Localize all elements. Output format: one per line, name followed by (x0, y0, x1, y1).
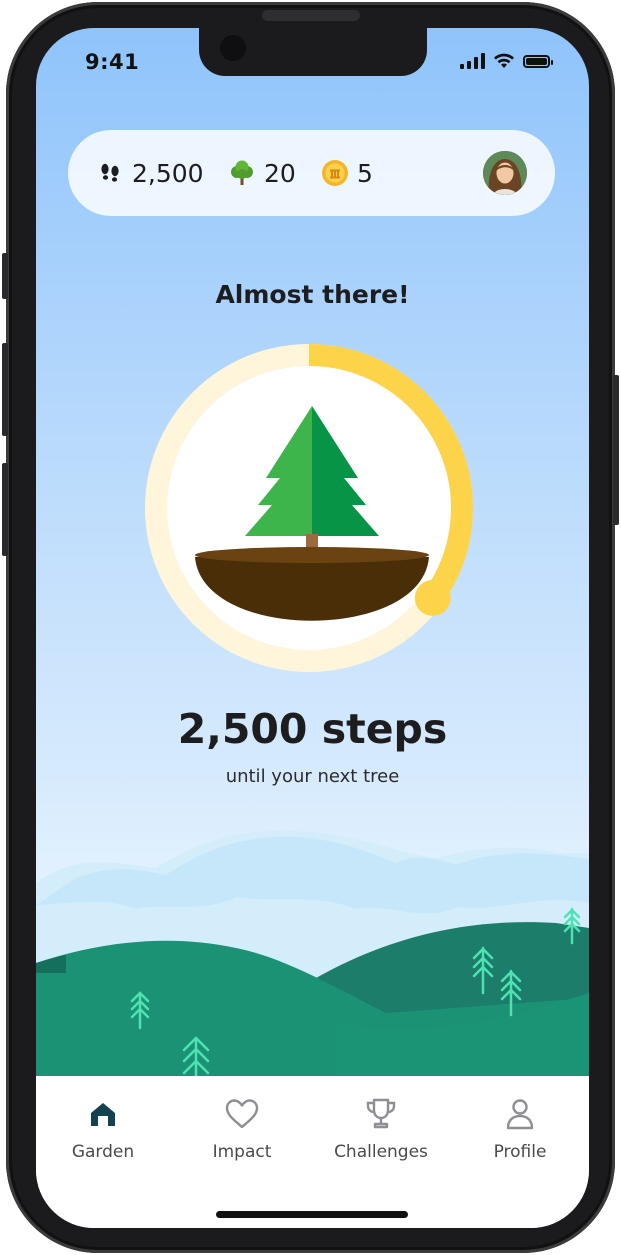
cellular-signal-icon (460, 53, 485, 69)
trophy-icon (321, 1094, 441, 1134)
steps-remaining: 2,500 steps (177, 705, 448, 753)
tree-icon (228, 159, 256, 187)
status-icons (460, 53, 553, 69)
tab-garden[interactable]: Garden (43, 1094, 163, 1162)
tab-label: Garden (71, 1142, 135, 1162)
progress-knob (414, 579, 451, 616)
coins-stat[interactable]: 5 (321, 130, 373, 216)
coins-count: 5 (357, 158, 373, 188)
steps-count: 2,500 (132, 158, 204, 188)
volume-up-button (2, 343, 8, 436)
steps-caption: until your next tree (225, 766, 400, 787)
home-indicator (216, 1211, 408, 1218)
earpiece-speaker (262, 10, 360, 21)
heart-icon (182, 1094, 302, 1134)
steps-stat[interactable]: 2,500 (96, 130, 204, 216)
wifi-icon (494, 53, 514, 68)
battery-icon (523, 54, 553, 68)
camera-icon (220, 35, 246, 61)
notch (199, 28, 427, 76)
tab-label: Impact (212, 1142, 272, 1162)
app-screen: 9:41 2,500 20 5 Almost there! 2,500 step… (36, 28, 589, 1228)
home-icon (43, 1094, 163, 1134)
tree-progress-ring (142, 342, 482, 682)
footprints-icon (96, 159, 124, 187)
status-time: 9:41 (85, 50, 140, 74)
tab-profile[interactable]: Profile (460, 1094, 580, 1162)
trees-stat[interactable]: 20 (228, 130, 296, 216)
power-button (613, 375, 619, 525)
user-avatar[interactable] (483, 151, 527, 195)
tab-label: Profile (493, 1142, 547, 1162)
tab-impact[interactable]: Impact (182, 1094, 302, 1162)
tab-bar: Garden Impact Challenges Profile (36, 1076, 589, 1228)
landscape-illustration (36, 830, 589, 1083)
volume-down-button (2, 463, 8, 556)
coin-icon (321, 159, 349, 187)
mute-switch (2, 253, 8, 299)
stats-bar: 2,500 20 5 (68, 130, 555, 216)
progress-headline: Almost there! (215, 280, 410, 309)
person-icon (460, 1094, 580, 1134)
trees-count: 20 (264, 158, 296, 188)
tab-challenges[interactable]: Challenges (321, 1094, 441, 1162)
tab-label: Challenges (334, 1142, 428, 1162)
